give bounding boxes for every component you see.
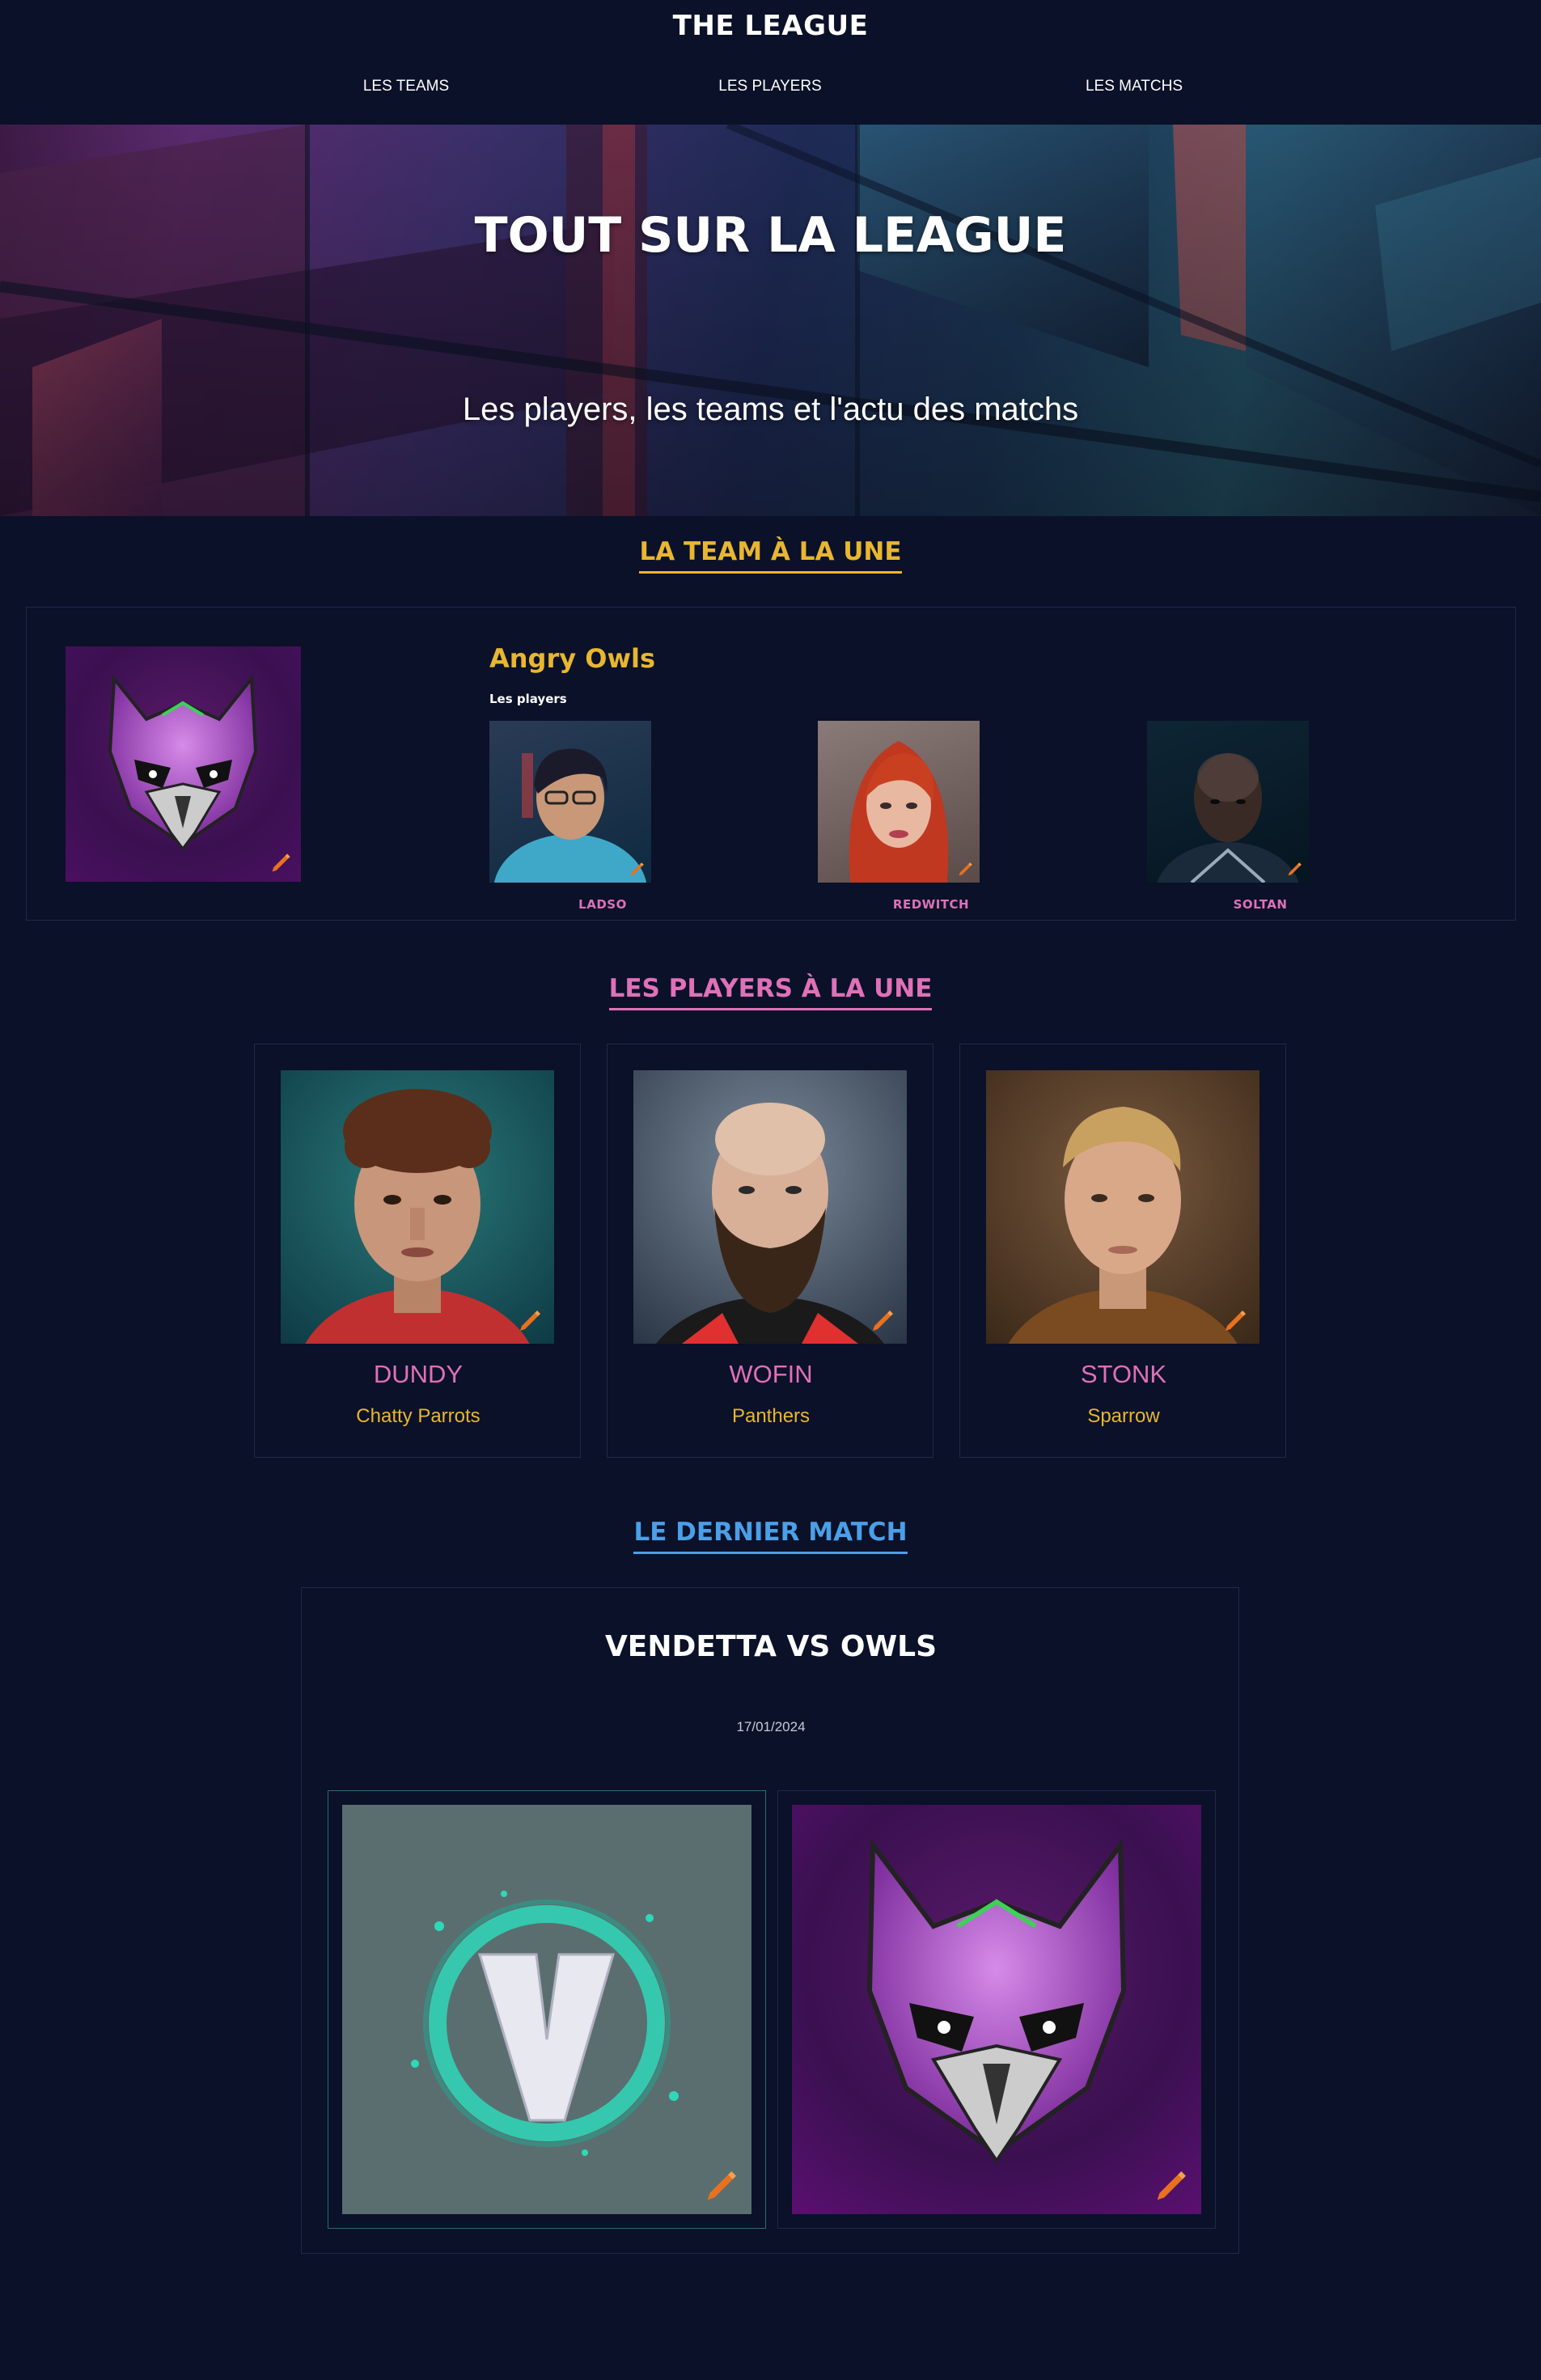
player-card-photo — [281, 1070, 554, 1344]
edit-pencil-icon[interactable] — [629, 860, 646, 878]
match-title: VENDETTA VS OWLS — [604, 1630, 938, 1663]
featured-team-card: Angry Owls Les players LADSO REDWITCH SO… — [26, 607, 1516, 921]
player-card-name: STONK — [1080, 1360, 1167, 1388]
edit-pencil-icon[interactable] — [1153, 2166, 1192, 2204]
player-portrait — [656, 1103, 884, 1344]
team-player-photo-redwitch[interactable] — [818, 721, 980, 883]
featured-team-section-title: LA TEAM À LA UNE — [0, 537, 1541, 574]
team-logo[interactable] — [66, 646, 301, 882]
owl-logo-icon — [108, 674, 258, 851]
team-player-photo-ladso[interactable] — [489, 721, 651, 883]
player-portrait — [1157, 753, 1299, 883]
match-date: 17/01/2024 — [736, 1719, 806, 1734]
site-title: THE LEAGUE — [672, 10, 869, 42]
match-team-vendetta[interactable] — [328, 1790, 766, 2229]
player-portrait — [305, 1089, 530, 1344]
player-card-name: DUNDY — [373, 1360, 464, 1388]
edit-pencil-icon[interactable] — [1286, 860, 1304, 878]
hero-subtitle: Les players, les teams et l'actu des mat… — [462, 392, 1079, 427]
featured-players-section-title: LES PLAYERS À LA UNE — [0, 974, 1541, 1010]
hero-banner: TOUT SUR LA LEAGUE Les players, les team… — [0, 125, 1541, 516]
team-player-name-ladso[interactable]: LADSO — [522, 897, 684, 912]
player-card-team: Panthers — [731, 1405, 811, 1427]
nav-link-matchs[interactable]: LES MATCHS — [1013, 78, 1255, 95]
team-player-photo-soltan[interactable] — [1147, 721, 1309, 883]
player-card[interactable]: STONK Sparrow — [959, 1044, 1286, 1458]
edit-pencil-icon[interactable] — [1222, 1306, 1250, 1334]
player-card-photo — [986, 1070, 1259, 1344]
owl-logo-icon — [866, 1838, 1127, 2164]
vendetta-v-logo-icon — [411, 1891, 679, 2156]
last-match-card: VENDETTA VS OWLS 17/01/2024 — [301, 1587, 1239, 2254]
edit-pencil-icon[interactable] — [269, 850, 294, 875]
edit-pencil-icon[interactable] — [870, 1306, 897, 1334]
vendetta-logo — [342, 1805, 751, 2214]
player-card-photo — [633, 1070, 907, 1344]
player-card[interactable]: DUNDY Chatty Parrots — [254, 1044, 581, 1458]
edit-pencil-icon[interactable] — [957, 860, 975, 878]
player-portrait — [1008, 1107, 1238, 1344]
team-name: Angry Owls — [489, 643, 656, 674]
player-card-team: Chatty Parrots — [356, 1405, 481, 1427]
players-label: Les players — [489, 692, 567, 706]
hero-background-image — [0, 125, 1541, 516]
player-portrait — [494, 748, 646, 883]
edit-pencil-icon[interactable] — [703, 2166, 742, 2204]
owls-logo — [792, 1805, 1201, 2214]
hero-title: TOUT SUR LA LEAGUE — [474, 207, 1067, 264]
player-portrait — [849, 741, 949, 883]
player-card-team: Sparrow — [1087, 1405, 1160, 1427]
match-team-owls[interactable] — [777, 1790, 1216, 2229]
team-player-name-soltan[interactable]: SOLTAN — [1179, 897, 1341, 912]
nav-link-players[interactable]: LES PLAYERS — [649, 78, 891, 95]
last-match-section-title: LE DERNIER MATCH — [0, 1518, 1541, 1554]
player-card-name: WOFIN — [729, 1360, 813, 1388]
team-player-name-redwitch[interactable]: REDWITCH — [850, 897, 1012, 912]
player-card[interactable]: WOFIN Panthers — [607, 1044, 933, 1458]
edit-pencil-icon[interactable] — [517, 1306, 544, 1334]
nav-link-teams[interactable]: LES TEAMS — [285, 78, 527, 95]
